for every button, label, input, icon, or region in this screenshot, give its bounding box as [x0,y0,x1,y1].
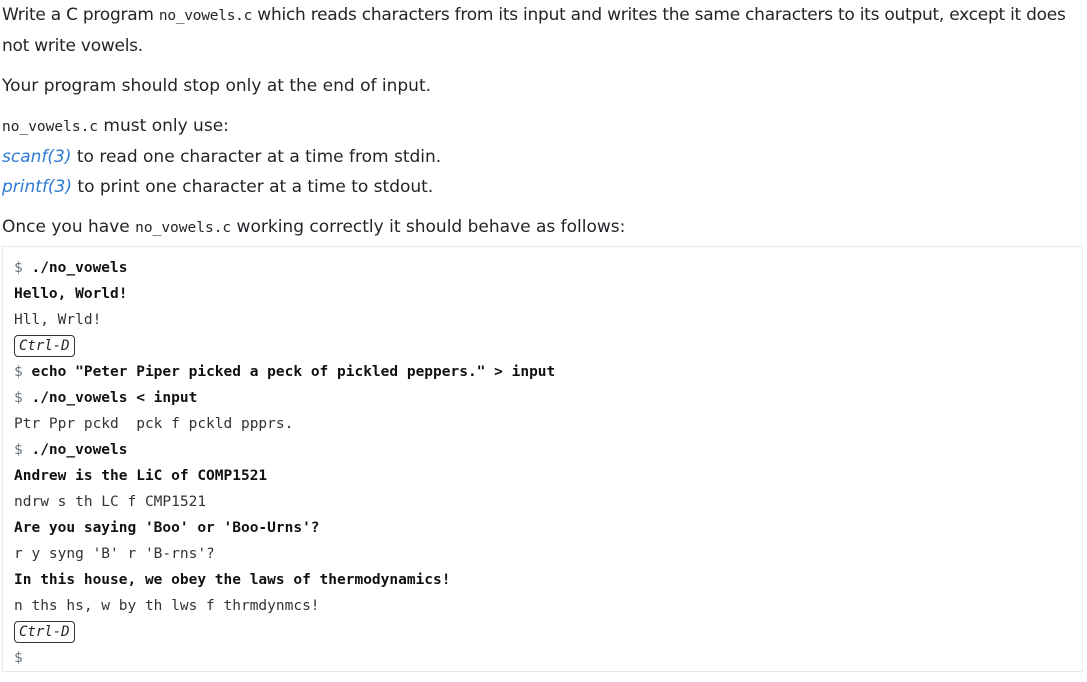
behaviour-text-before: Once you have [2,217,136,237]
terminal-line: $ [14,645,1071,671]
restriction-scanf-text: to read one character at a time from std… [71,147,442,167]
paragraph-restrictions: no_vowels.c must only use: scanf(3) to r… [2,111,1085,202]
terminal-line: Are you saying 'Boo' or 'Boo-Urns'? [14,515,1071,541]
terminal-line: Ptr Ppr pckd pck f pckld ppprs. [14,411,1071,437]
terminal-line: Hll, Wrld! [14,307,1071,333]
shell-prompt: $ [14,442,23,458]
problem-description: Write a C program no_vowels.c which read… [2,0,1085,243]
behaviour-text-after: working correctly it should behave as fo… [231,217,626,237]
program-output: r y syng 'B' r 'B-rns'? [14,546,215,562]
restriction-printf-text: to print one character at a time to stdo… [72,177,434,197]
shell-prompt: $ [14,650,23,666]
shell-prompt: $ [14,260,23,276]
terminal-line: Ctrl-D [14,619,1071,645]
terminal-example: $ ./no_vowels Hello, World! Hll, Wrld! Ctrl… [2,246,1083,672]
user-input: Andrew is the LiC of COMP1521 [14,468,268,484]
intro-text-before: Write a C program [2,5,159,25]
terminal-line: $ ./no_vowels [14,437,1071,463]
program-output: n ths hs, w by th lws f thrmdynmcs! [14,598,320,614]
scanf-man-link[interactable]: scanf(3) [2,147,71,167]
terminal-line: ndrw s th LC f CMP1521 [14,489,1071,515]
terminal-line: n ths hs, w by th lws f thrmdynmcs! [14,593,1071,619]
terminal-line: Hello, World! [14,281,1071,307]
terminal-line: In this house, we obey the laws of therm… [14,567,1071,593]
paragraph-behaviour: Once you have no_vowels.c working correc… [2,212,1085,243]
restriction-printf: printf(3) to print one character at a ti… [2,172,1085,202]
terminal-line: $ ./no_vowels [14,255,1071,281]
restrictions-heading: no_vowels.c must only use: [2,111,1085,142]
shell-command: ./no_vowels [31,260,128,276]
shell-prompt: $ [14,364,23,380]
user-input: In this house, we obey the laws of therm… [14,572,451,588]
terminal-line: r y syng 'B' r 'B-rns'? [14,541,1071,567]
program-output: ndrw s th LC f CMP1521 [14,494,207,510]
program-output: Hll, Wrld! [14,312,102,328]
shell-command: ./no_vowels < input [31,390,198,406]
terminal-line: Ctrl-D [14,333,1071,359]
shell-command: ./no_vowels [31,442,128,458]
filename-code: no_vowels.c [135,220,232,236]
restrictions-heading-text: must only use: [98,116,229,136]
terminal-line: Andrew is the LiC of COMP1521 [14,463,1071,489]
ctrl-d-key: Ctrl-D [14,621,75,643]
paragraph-intro: Write a C program no_vowels.c which read… [2,0,1085,61]
ctrl-d-key: Ctrl-D [14,335,75,357]
paragraph-stop: Your program should stop only at the end… [2,76,432,96]
filename-code: no_vowels.c [2,119,99,135]
terminal-line: $ ./no_vowels < input [14,385,1071,411]
shell-prompt: $ [14,390,23,406]
filename-code: no_vowels.c [158,8,253,24]
restriction-scanf: scanf(3) to read one character at a time… [2,142,1085,172]
shell-command: echo "Peter Piper picked a peck of pickl… [31,364,556,380]
printf-man-link[interactable]: printf(3) [2,177,72,197]
user-input: Hello, World! [14,286,128,302]
user-input: Are you saying 'Boo' or 'Boo-Urns'? [14,520,320,536]
program-output: Ptr Ppr pckd pck f pckld ppprs. [14,416,294,432]
terminal-line: $ echo "Peter Piper picked a peck of pic… [14,359,1071,385]
